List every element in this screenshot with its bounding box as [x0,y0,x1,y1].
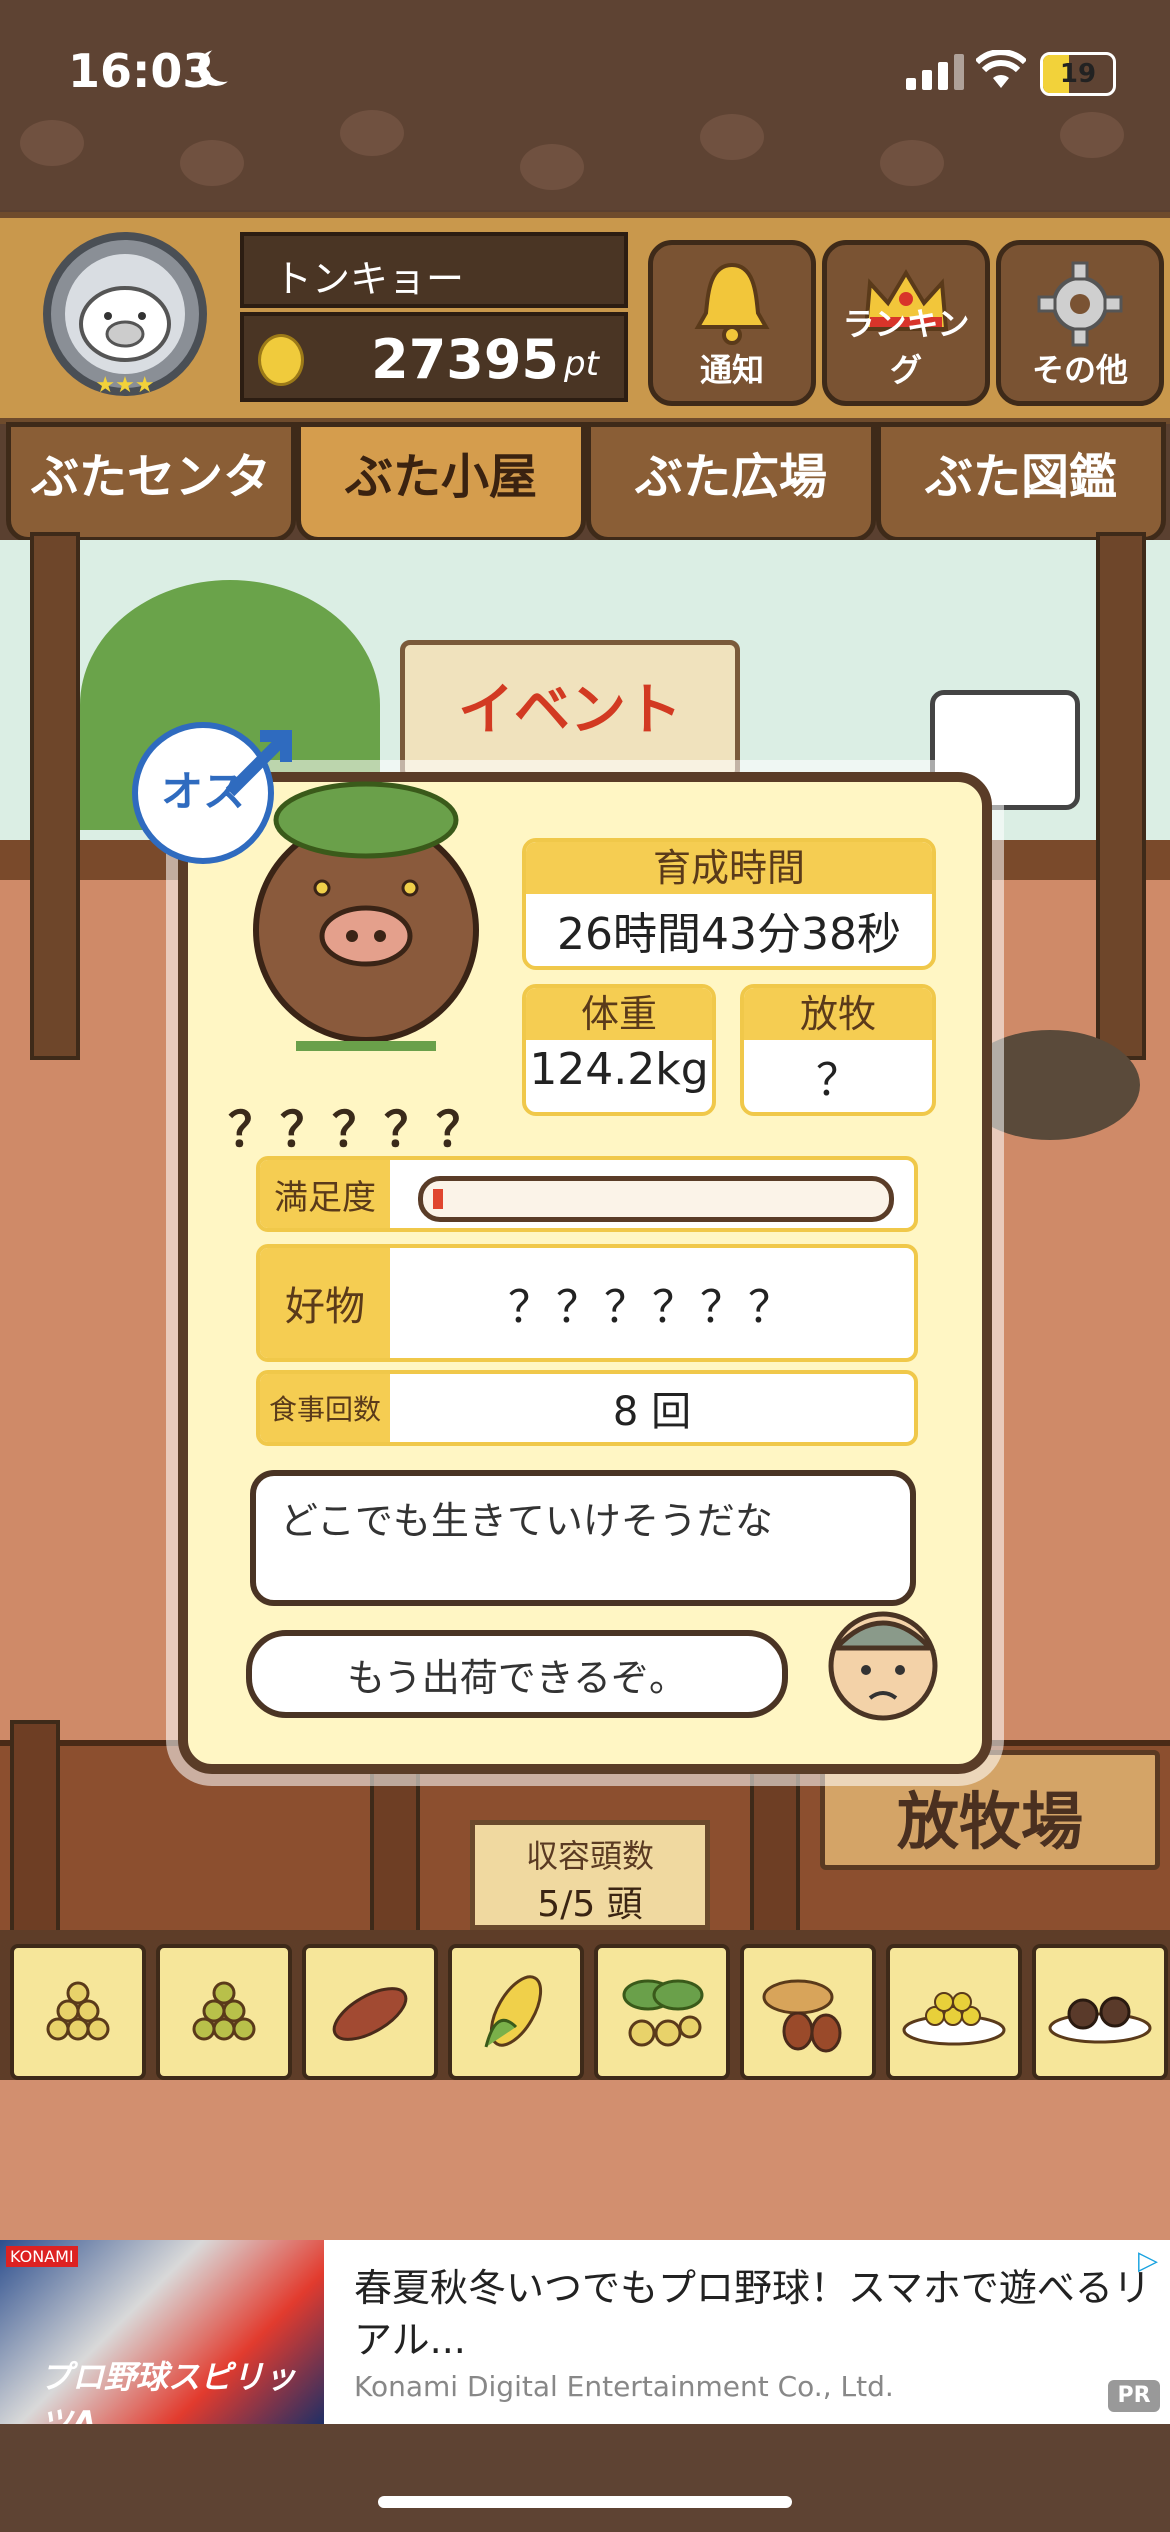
satisfaction-bar [418,1176,894,1222]
ad-advertiser: Konami Digital Entertainment Co., Ltd. [354,2370,894,2403]
satisfaction-fill [433,1189,443,1209]
boar-pig-image[interactable] [236,760,496,1060]
bottom-area [0,2424,1170,2532]
leaf-berry-icon[interactable] [594,1944,730,2080]
capacity-value: 5/5 頭 [537,1884,643,1925]
acorn-icon[interactable] [740,1944,876,2080]
farmer-speech-text: もう出荷できるぞ。 [346,1655,688,1700]
green-grain-icon[interactable] [156,1944,292,2080]
satisfaction-row: 満足度 [256,1156,918,1232]
notification-button[interactable]: 通知 [648,240,816,406]
tab-buta-hiroba[interactable]: ぶた広場 [586,422,876,542]
weight-box: 体重 124.2kg [522,984,716,1116]
weight-label: 体重 [526,988,712,1040]
pig-speech-bubble: どこでも生きていけそうだな [250,1470,916,1606]
favorite-label: 好物 [260,1248,390,1358]
ad-title[interactable]: 春夏秋冬いつでもプロ野球！スマホで遊べるリアル... [354,2262,1154,2366]
meals-row: 食事回数 8 回 [256,1370,918,1446]
meals-value: 8 回 [612,1389,692,1435]
ad-image[interactable]: KONAMI プロ野球スピリッツA [0,2240,324,2442]
grazing-label: 放牧 [744,988,932,1040]
gate-post-left [30,532,80,1060]
ad-choices-icon[interactable]: ▷ [1138,2246,1158,2276]
farmer-speech-bubble: もう出荷できるぞ。 [246,1630,788,1718]
male-symbol-icon [225,730,292,797]
ad-banner[interactable]: KONAMI プロ野球スピリッツA 春夏秋冬いつでもプロ野球！スマホで遊べるリア… [0,2240,1170,2442]
ranch-sign-text: 放牧場 [896,1785,1083,1858]
player-avatar[interactable]: ★★★ [30,232,220,402]
tab-buta-center[interactable]: ぶたセンター [6,422,296,605]
farmer-icon [828,1611,938,1721]
event-sign-text: イベント [458,678,682,743]
player-name-panel: トンキョー [240,232,628,308]
meatball-plate-icon[interactable] [1032,1944,1168,2080]
gate-post-right [1096,532,1146,1060]
capacity-sign: 収容頭数 5/5 頭 [470,1790,710,1930]
capacity-label: 収容頭数 [525,1837,654,1875]
fence-post [10,1720,60,1958]
corn-icon[interactable] [448,1944,584,2080]
event-sign[interactable]: イベント [400,640,740,780]
other-label: その他 [1031,351,1128,389]
ranking-button[interactable]: ランキング [822,240,990,406]
growth-time-box: 育成時間 26時間43分38秒 [522,838,936,970]
signal-icon [906,50,966,90]
moon-icon [206,46,242,82]
pig-name: ？？？？？ [228,1102,489,1158]
bell-icon [694,262,770,345]
player-name: トンキョー [274,257,465,301]
svg-text:★★★: ★★★ [95,373,154,398]
favorite-row: 好物 ？？？？？？ [256,1244,918,1362]
points-unit: pt [564,344,599,384]
pig-speech-text: どこでも生きていけそうだな [280,1499,773,1543]
ad-brand: KONAMI [6,2246,78,2267]
grazing-box: 放牧 ？ [740,984,936,1116]
points-value: 27395 [371,328,559,391]
grazing-value: ？ [816,1055,860,1106]
tab-buta-goya[interactable]: ぶた小屋 [296,422,586,542]
battery-icon: 19 [1040,52,1116,96]
grain-pile-icon[interactable] [10,1944,146,2080]
growth-time-label: 育成時間 [526,842,932,894]
gear-icon [1037,261,1123,347]
points-panel: 27395 pt [240,312,628,402]
tab-buta-zukan[interactable]: ぶた図鑑 [876,422,1166,542]
weight-value: 124.2kg [529,1044,709,1095]
lower-ground [0,2080,1170,2240]
home-indicator[interactable] [378,2496,792,2508]
sweet-potato-icon[interactable] [302,1944,438,2080]
satisfaction-label: 満足度 [260,1160,390,1228]
battery-level: 19 [1059,59,1097,89]
growth-time-value: 26時間43分38秒 [557,909,901,960]
wifi-icon [976,50,1026,88]
background-pattern [0,100,1170,210]
favorite-value: ？？？？？？ [508,1282,796,1333]
other-button[interactable]: その他 [996,240,1164,406]
capacity-sign-body: 収容頭数 5/5 頭 [470,1820,710,1930]
ranking-label: ランキング [842,305,970,389]
bean-plate-icon[interactable] [886,1944,1022,2080]
notification-label: 通知 [699,351,764,389]
status-time: 16:03 [68,44,215,98]
meals-label: 食事回数 [260,1374,390,1442]
ad-pr-badge: PR [1108,2380,1160,2412]
